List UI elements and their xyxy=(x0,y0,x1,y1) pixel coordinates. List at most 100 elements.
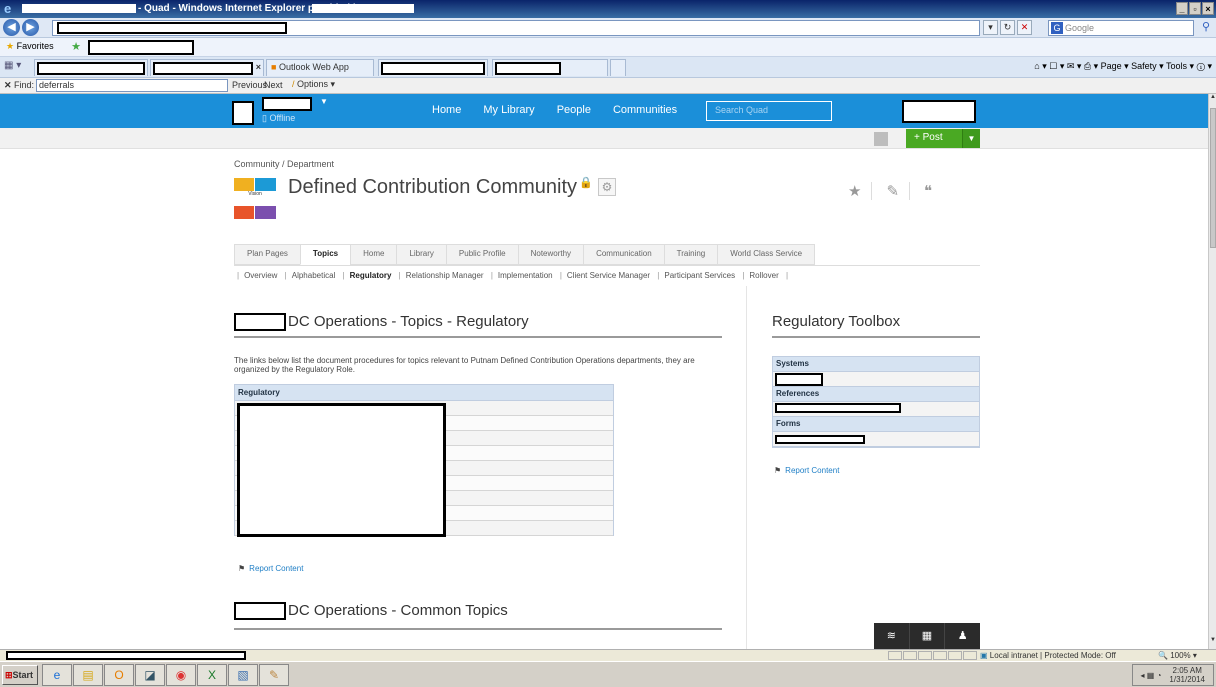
tab-label: Outlook Web App xyxy=(278,62,349,72)
subtab-client-service-manager[interactable]: Client Service Manager xyxy=(567,271,650,280)
close-find-icon[interactable]: ✕ xyxy=(4,80,12,91)
toolbox-row[interactable] xyxy=(773,402,979,417)
highlight-icon: / xyxy=(292,79,295,89)
quick-tabs-icon[interactable]: ▦ ▾ xyxy=(4,60,32,74)
person-icon[interactable]: ♟ xyxy=(945,623,980,649)
quad-header: ▼ ▯ Offline Home My Library People Commu… xyxy=(0,94,1208,128)
outlook-icon[interactable]: O xyxy=(104,664,134,686)
nav-people[interactable]: People xyxy=(557,104,591,116)
address-dropdown-button[interactable]: ▾ xyxy=(983,20,998,35)
tab-public-profile[interactable]: Public Profile xyxy=(445,244,518,265)
find-options-button[interactable]: / Options ▾ xyxy=(292,79,335,90)
gear-icon[interactable]: ⚙ xyxy=(598,178,616,196)
outlook-icon: ■ xyxy=(271,62,277,72)
toolbox-row[interactable] xyxy=(773,432,979,447)
scroll-down-icon[interactable]: ▼ xyxy=(1209,637,1216,649)
report-content-label: Report Content xyxy=(785,466,840,475)
tab-communication[interactable]: Communication xyxy=(583,244,664,265)
scroll-up-icon[interactable]: ▲ xyxy=(1209,94,1216,106)
tab-world-class-service[interactable]: World Class Service xyxy=(717,244,816,265)
app-icon[interactable]: ◪ xyxy=(135,664,165,686)
app-icon[interactable]: ▧ xyxy=(228,664,258,686)
search-icon[interactable]: ⚲ xyxy=(1198,20,1214,36)
new-tab-button[interactable] xyxy=(610,59,626,76)
tab-home[interactable]: Home xyxy=(350,244,397,265)
clock[interactable]: 2:05 AM 1/31/2014 xyxy=(1169,666,1205,684)
find-next-button[interactable]: Next xyxy=(264,80,283,90)
favorites-button[interactable]: ★ Favorites xyxy=(6,41,54,52)
breadcrumb[interactable]: Community / Department xyxy=(234,159,334,169)
browser-tab-outlook[interactable]: ■ Outlook Web App xyxy=(266,59,374,76)
close-tab-icon[interactable]: × xyxy=(256,62,261,72)
community-actions: ★ ✎ ❝ xyxy=(848,182,942,200)
subtab-rollover[interactable]: Rollover xyxy=(749,271,778,280)
excel-icon[interactable]: X xyxy=(197,664,227,686)
security-zone[interactable]: ▣ Local intranet | Protected Mode: Off xyxy=(980,651,1116,660)
regulatory-toolbox: Systems References Forms xyxy=(772,356,980,448)
favorites-label: Favorites xyxy=(16,41,54,51)
start-button[interactable]: ⊞Start xyxy=(2,665,38,685)
vertical-scrollbar[interactable]: ▲ ▼ xyxy=(1208,94,1216,649)
favorites-bar: ★ Favorites ★ xyxy=(0,38,1216,57)
back-button[interactable]: ◀ xyxy=(3,19,20,36)
subtab-implementation[interactable]: Implementation xyxy=(498,271,553,280)
scroll-thumb[interactable] xyxy=(1210,108,1216,248)
redaction xyxy=(262,97,312,111)
nav-communities[interactable]: Communities xyxy=(613,104,677,116)
tray-icons[interactable]: ◂ ▦ ◔ xyxy=(1141,671,1162,680)
discussion-icon[interactable]: ❝ xyxy=(924,182,942,200)
close-window-button[interactable]: × xyxy=(1202,2,1214,15)
browser-tab[interactable] xyxy=(378,59,488,76)
tab-library[interactable]: Library xyxy=(396,244,446,265)
browser-tab-active[interactable]: × xyxy=(150,59,264,76)
activity-stream-icon[interactable]: ≋ xyxy=(874,623,910,649)
notifications-icon[interactable] xyxy=(874,132,888,146)
add-favorite-icon[interactable]: ★ xyxy=(66,40,86,54)
browser-tab[interactable] xyxy=(492,59,608,76)
tab-training[interactable]: Training xyxy=(663,244,718,265)
subtab-overview[interactable]: Overview xyxy=(244,271,277,280)
user-menu-chevron-icon[interactable]: ▼ xyxy=(320,97,328,106)
tabs-divider xyxy=(234,265,980,266)
nav-home[interactable]: Home xyxy=(432,104,461,116)
page-viewport: ▼ ▯ Offline Home My Library People Commu… xyxy=(0,94,1208,649)
offline-status[interactable]: ▯ Offline xyxy=(262,113,295,124)
refresh-button[interactable]: ↻ xyxy=(1000,20,1015,35)
command-bar[interactable]: ⌂ ▾ ☐ ▾ ✉ ▾ ⎙ ▾ Page ▾ Safety ▾ Tools ▾ … xyxy=(1034,61,1212,72)
tab-noteworthy[interactable]: Noteworthy xyxy=(517,244,584,265)
zoom-control[interactable]: 🔍 100% ▾ xyxy=(1158,651,1197,660)
toolbox-row[interactable] xyxy=(773,372,979,387)
toolbox-forms-header: Forms xyxy=(773,417,979,432)
report-content-link[interactable]: ⚑ Report Content xyxy=(774,466,839,475)
browser-search-input[interactable]: G Google xyxy=(1048,20,1194,36)
internet-explorer-icon[interactable]: e xyxy=(42,664,72,686)
chrome-icon[interactable]: ◉ xyxy=(166,664,196,686)
address-input[interactable] xyxy=(52,20,980,36)
post-dropdown-chevron-icon[interactable]: ▼ xyxy=(962,129,980,148)
paint-icon[interactable]: ✎ xyxy=(259,664,289,686)
topic-subtabs: | Overview | Alphabetical | Regulatory | Rel… xyxy=(237,271,789,280)
nav-my-library[interactable]: My Library xyxy=(483,104,534,116)
browser-tab[interactable] xyxy=(34,59,148,76)
report-content-link[interactable]: ⚑ Report Content xyxy=(238,564,303,573)
subtab-participant-services[interactable]: Participant Services xyxy=(664,271,735,280)
section-title-regulatory: DC Operations - Topics - Regulatory xyxy=(234,313,529,332)
file-explorer-icon[interactable]: ▤ xyxy=(73,664,103,686)
follow-star-icon[interactable]: ★ xyxy=(848,182,873,200)
quad-search-input[interactable]: Search Quad xyxy=(706,101,832,121)
find-bar: ✕ Find: deferrals Previous Next / Option… xyxy=(0,78,1216,94)
maximize-button[interactable]: ▫ xyxy=(1189,2,1201,15)
edit-icon[interactable]: ✎ xyxy=(886,182,911,200)
calendar-icon[interactable]: ▦ xyxy=(910,623,946,649)
find-input[interactable]: deferrals xyxy=(36,79,228,92)
stop-button[interactable]: ✕ xyxy=(1017,20,1032,35)
post-button[interactable]: + Post xyxy=(906,129,962,148)
subtab-relationship-manager[interactable]: Relationship Manager xyxy=(406,271,484,280)
forward-button[interactable]: ▶ xyxy=(22,19,39,36)
tab-plan-pages[interactable]: Plan Pages xyxy=(234,244,300,265)
find-previous-button[interactable]: Previous xyxy=(232,80,267,90)
subtab-regulatory[interactable]: Regulatory xyxy=(350,271,392,280)
minimize-button[interactable]: _ xyxy=(1176,2,1188,15)
subtab-alphabetical[interactable]: Alphabetical xyxy=(292,271,336,280)
tab-topics[interactable]: Topics xyxy=(299,244,351,265)
